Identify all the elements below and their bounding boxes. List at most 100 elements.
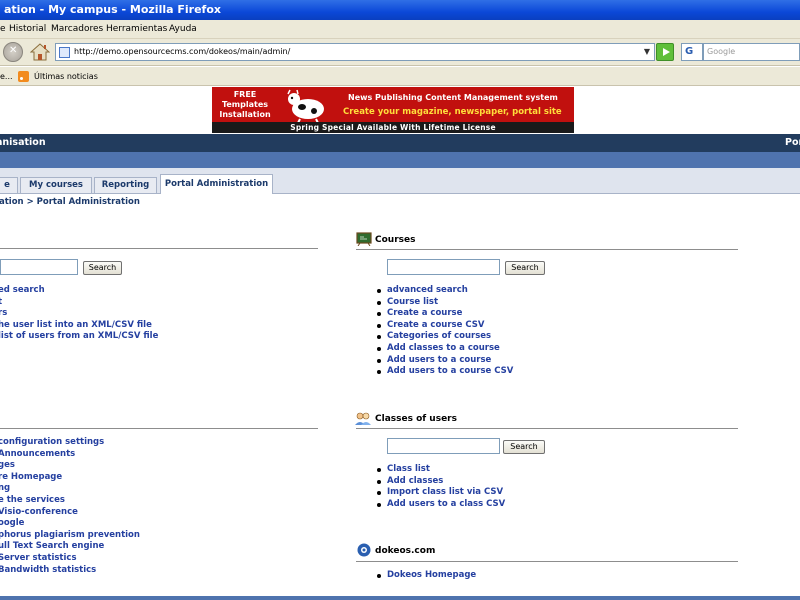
menu-bar: e Historial Marcadores Herramientas Ayud… bbox=[0, 20, 800, 39]
search-placeholder: Google bbox=[707, 47, 736, 56]
window-title-bar: ation - My campus - Mozilla Firefox bbox=[0, 0, 800, 20]
platform-link-bandwidth-stats[interactable]: Bandwidth statistics bbox=[0, 565, 140, 577]
courses-link-add-classes[interactable]: Add classes to a course bbox=[375, 343, 513, 355]
users-link-advanced-search[interactable]: ed search bbox=[0, 285, 158, 297]
dokeos-section-divider bbox=[356, 561, 738, 562]
courses-search-button[interactable]: Search bbox=[505, 261, 545, 275]
tab-bar: e My courses Reporting Portal Administra… bbox=[0, 168, 800, 194]
users-search-button[interactable]: Search bbox=[83, 261, 122, 275]
banner-free-text: FREE Templates Installation bbox=[214, 90, 276, 120]
tab-label: e bbox=[4, 180, 10, 190]
bookmarks-toolbar: e... Últimas noticias bbox=[0, 67, 800, 86]
organisation-bar: anisation Por bbox=[0, 134, 800, 152]
breadcrumb[interactable]: ation > Portal Administration bbox=[0, 197, 140, 207]
courses-link-categories[interactable]: Categories of courses bbox=[375, 331, 513, 343]
search-engine-letter: G bbox=[685, 46, 694, 57]
window-title: ation - My campus - Mozilla Firefox bbox=[4, 3, 221, 16]
url-dropdown-icon[interactable]: ▼ bbox=[640, 43, 654, 61]
google-engine-icon[interactable]: G bbox=[681, 43, 703, 61]
classes-link-class-list[interactable]: Class list bbox=[375, 464, 505, 476]
classes-search-button[interactable]: Search bbox=[503, 440, 545, 454]
classes-section-title: Classes of users bbox=[375, 414, 457, 424]
courses-link-add-users-csv[interactable]: Add users to a course CSV bbox=[375, 366, 513, 378]
url-text: http://demo.opensourcecms.com/dokeos/mai… bbox=[74, 47, 291, 56]
platform-link-configuration[interactable]: configuration settings bbox=[0, 437, 140, 449]
bookmark-partial[interactable]: e... bbox=[0, 67, 13, 86]
banner-free-line: FREE bbox=[233, 90, 257, 99]
dokeos-logo-icon bbox=[357, 543, 371, 557]
portal-link-partial[interactable]: Por bbox=[785, 134, 800, 152]
platform-link-server-stats[interactable]: Server statistics bbox=[0, 553, 140, 565]
courses-link-advanced-search[interactable]: advanced search bbox=[375, 285, 513, 297]
platform-link-ng[interactable]: ng bbox=[0, 483, 140, 495]
classes-links: Class list Add classes Import class list… bbox=[375, 464, 505, 510]
navigation-toolbar: http://demo.opensourcecms.com/dokeos/mai… bbox=[0, 39, 800, 66]
courses-link-create-course[interactable]: Create a course bbox=[375, 308, 513, 320]
ad-banner[interactable]: FREE Templates Installation News Publish… bbox=[212, 87, 574, 133]
bookmark-ultimas-noticias[interactable]: Últimas noticias bbox=[34, 67, 98, 86]
classes-link-add-users-csv[interactable]: Add users to a class CSV bbox=[375, 499, 505, 511]
banner-free-line: Templates bbox=[221, 100, 269, 109]
banner-strip: Spring Special Available With Lifetime L… bbox=[212, 122, 574, 133]
tab-my-courses[interactable]: My courses bbox=[20, 177, 92, 193]
users-link-import[interactable]: list of users from an XML/CSV file bbox=[0, 331, 158, 343]
courses-search-input[interactable] bbox=[387, 259, 500, 275]
courses-section-divider bbox=[356, 249, 738, 250]
users-link-users[interactable]: rs bbox=[0, 308, 158, 320]
classes-users-icon bbox=[355, 412, 371, 425]
sub-header-bar bbox=[0, 152, 800, 168]
users-search-input[interactable] bbox=[0, 259, 78, 275]
courses-link-add-users[interactable]: Add users to a course bbox=[375, 355, 513, 367]
dokeos-links: Dokeos Homepage bbox=[375, 570, 476, 582]
banner-subline: Create your magazine, newspaper, portal … bbox=[343, 107, 562, 117]
platform-link-services[interactable]: e the services bbox=[0, 495, 140, 507]
banner-headline: News Publishing Content Management syste… bbox=[348, 93, 558, 102]
organisation-name[interactable]: anisation bbox=[0, 134, 46, 152]
url-bar[interactable]: http://demo.opensourcecms.com/dokeos/mai… bbox=[55, 43, 655, 61]
dokeos-link-homepage[interactable]: Dokeos Homepage bbox=[375, 570, 476, 582]
platform-link-plagiarism[interactable]: phorus plagiarism prevention bbox=[0, 530, 140, 542]
classes-search-input[interactable] bbox=[387, 438, 500, 454]
go-arrow-icon[interactable] bbox=[656, 43, 674, 61]
users-links: ed search t rs he user list into an XML/… bbox=[0, 285, 158, 343]
platform-link-homepage[interactable]: re Homepage bbox=[0, 472, 140, 484]
menu-item-historial[interactable]: Historial bbox=[9, 20, 46, 39]
banner-free-line: Installation bbox=[219, 110, 271, 119]
platform-link-languages[interactable]: ges bbox=[0, 460, 140, 472]
users-link-export[interactable]: he user list into an XML/CSV file bbox=[0, 320, 158, 332]
tab-label: Reporting bbox=[101, 180, 150, 190]
dokeos-section-title: dokeos.com bbox=[375, 546, 436, 556]
users-section-divider bbox=[0, 248, 318, 249]
tab-label: Portal Administration bbox=[164, 179, 269, 189]
courses-link-course-list[interactable]: Course list bbox=[375, 297, 513, 309]
rss-feed-icon bbox=[18, 71, 29, 82]
page-favicon-icon bbox=[59, 47, 70, 58]
menu-item-herramientas[interactable]: Herramientas bbox=[106, 20, 167, 39]
classes-link-add-classes[interactable]: Add classes bbox=[375, 476, 505, 488]
menu-item-marcadores[interactable]: Marcadores bbox=[51, 20, 103, 39]
tab-label: My courses bbox=[29, 180, 83, 190]
platform-link-visio-conference[interactable]: Visio-conference bbox=[0, 507, 140, 519]
tab-reporting[interactable]: Reporting bbox=[94, 177, 157, 193]
classes-link-import-csv[interactable]: Import class list via CSV bbox=[375, 487, 505, 499]
platform-link-google[interactable]: oogle bbox=[0, 518, 140, 530]
search-input[interactable]: Google bbox=[703, 43, 800, 61]
menu-item-ayuda[interactable]: Ayuda bbox=[169, 20, 197, 39]
courses-blackboard-icon bbox=[356, 232, 372, 246]
platform-link-fulltext-search[interactable]: ull Text Search engine bbox=[0, 541, 140, 553]
tab-home[interactable]: e bbox=[0, 177, 18, 193]
courses-section-title: Courses bbox=[375, 235, 416, 245]
platform-links: configuration settings Announcements ges… bbox=[0, 437, 140, 576]
stop-icon[interactable] bbox=[3, 42, 23, 62]
home-icon[interactable] bbox=[29, 42, 51, 62]
menu-item-partial[interactable]: e bbox=[0, 20, 6, 39]
classes-section-divider bbox=[356, 428, 738, 429]
bottom-bar bbox=[0, 596, 800, 600]
cow-mascot-icon bbox=[287, 89, 324, 123]
courses-links: advanced search Course list Create a cou… bbox=[375, 285, 513, 378]
courses-link-create-course-csv[interactable]: Create a course CSV bbox=[375, 320, 513, 332]
tab-portal-administration[interactable]: Portal Administration bbox=[160, 174, 273, 194]
platform-link-announcements[interactable]: Announcements bbox=[0, 449, 140, 461]
users-link-list[interactable]: t bbox=[0, 297, 158, 309]
platform-section-divider bbox=[0, 428, 318, 429]
